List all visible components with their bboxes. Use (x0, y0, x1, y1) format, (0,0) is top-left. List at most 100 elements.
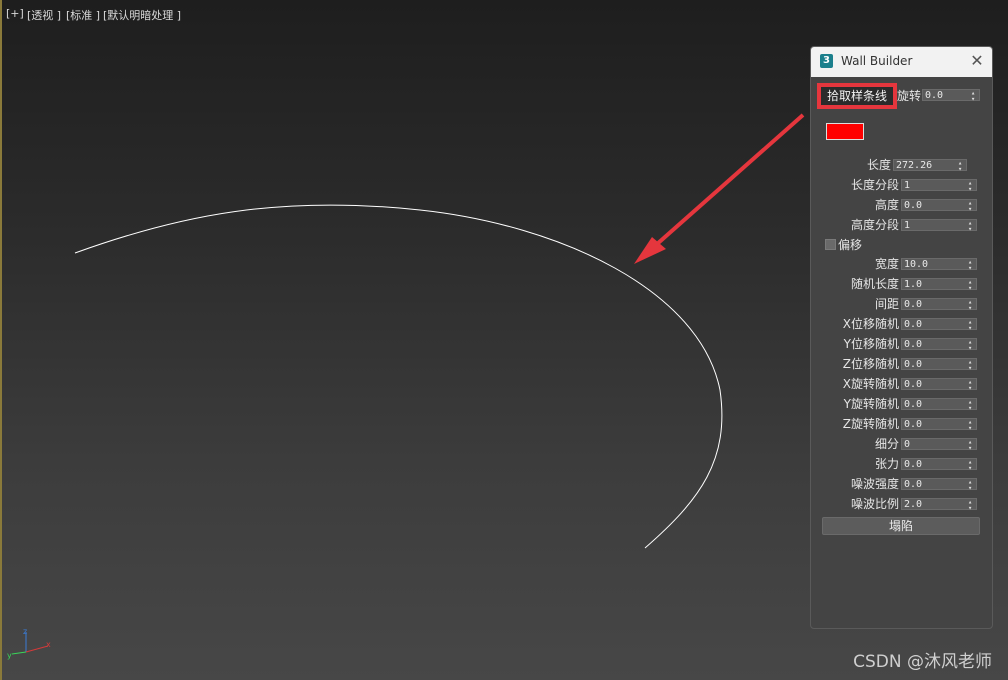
param-value: 0.0 (904, 379, 923, 390)
param-label: 宽度 (874, 257, 899, 271)
spinner-arrows-icon[interactable]: ▴ ▾ (958, 160, 964, 173)
spinner-arrows-icon[interactable]: ▴ ▾ (968, 319, 974, 332)
param-row: Z旋转随机 0.0 ▴ ▾ (811, 417, 992, 432)
panel-titlebar[interactable]: 3 Wall Builder ✕ (811, 47, 992, 77)
pick-spline-button[interactable]: 拾取样条线 (817, 83, 897, 109)
param-value: 0 (904, 439, 911, 450)
param-spinner[interactable]: 0.0 ▴ ▾ (901, 358, 977, 372)
param-spinner[interactable]: 2.0 ▴ ▾ (901, 498, 977, 512)
spinner-arrows-icon[interactable]: ▴ ▾ (968, 339, 974, 352)
panel-title: Wall Builder (841, 54, 913, 68)
param-label: 间距 (874, 297, 899, 311)
param-label: 高度 (874, 198, 899, 212)
param-spinner[interactable]: 0.0 ▴ ▾ (901, 338, 977, 352)
spinner-arrows-icon[interactable]: ▴ ▾ (968, 279, 974, 292)
param-label: X旋转随机 (842, 377, 899, 391)
param-spinner[interactable]: 0.0 ▴ ▾ (901, 458, 977, 472)
param-label: 长度分段 (850, 178, 899, 192)
param-spinner[interactable]: 0.0 ▴ ▾ (901, 378, 977, 392)
param-row: 长度分段 1 ▴ ▾ (811, 178, 992, 193)
param-spinner[interactable]: 0 ▴ ▾ (901, 438, 977, 452)
param-label: 长度 (866, 158, 891, 172)
spinner-arrows-icon[interactable]: ▴ ▾ (971, 90, 977, 103)
param-row: Y位移随机 0.0 ▴ ▾ (811, 337, 992, 352)
rotation-label: 旋转 (897, 89, 922, 103)
param-label: 细分 (874, 437, 899, 451)
param-spinner[interactable]: 0.0 ▴ ▾ (901, 298, 977, 312)
param-row: 长度 272.26 ▴ ▾ (811, 158, 992, 173)
param-spinner[interactable]: 10.0 ▴ ▾ (901, 258, 977, 272)
spinner-arrows-icon[interactable]: ▴ ▾ (968, 259, 974, 272)
param-row: X位移随机 0.0 ▴ ▾ (811, 317, 992, 332)
svg-text:x: x (46, 640, 51, 649)
param-spinner[interactable]: 0.0 ▴ ▾ (901, 478, 977, 492)
spinner-arrows-icon[interactable]: ▴ ▾ (968, 419, 974, 432)
param-label: 噪波强度 (850, 477, 899, 491)
param-spinner[interactable]: 1 ▴ ▾ (901, 179, 977, 193)
param-value: 10.0 (904, 259, 929, 270)
param-value: 0.0 (904, 200, 923, 211)
param-label: Z旋转随机 (842, 417, 899, 431)
param-row: 细分 0 ▴ ▾ (811, 437, 992, 452)
param-label: Y位移随机 (843, 337, 899, 351)
param-label: 高度分段 (850, 218, 899, 232)
param-value: 0.0 (904, 419, 923, 430)
param-row: Y旋转随机 0.0 ▴ ▾ (811, 397, 992, 412)
spinner-arrows-icon[interactable]: ▴ ▾ (968, 299, 974, 312)
spinner-arrows-icon[interactable]: ▴ ▾ (968, 220, 974, 233)
param-label: X位移随机 (842, 317, 899, 331)
svg-text:z: z (23, 627, 27, 636)
param-label: 噪波比例 (850, 497, 899, 511)
param-spinner[interactable]: 0.0 ▴ ▾ (901, 199, 977, 213)
spinner-arrows-icon[interactable]: ▴ ▾ (968, 459, 974, 472)
param-value: 0.0 (904, 459, 923, 470)
spinner-arrows-icon[interactable]: ▴ ▾ (968, 439, 974, 452)
param-value: 0.0 (904, 359, 923, 370)
param-value: 0.0 (904, 299, 923, 310)
param-row: 宽度 10.0 ▴ ▾ (811, 257, 992, 272)
watermark: CSDN @沐风老师 (853, 652, 992, 672)
param-value: 0.0 (904, 339, 923, 350)
close-icon[interactable]: ✕ (968, 52, 986, 70)
param-spinner[interactable]: 272.26 ▴ ▾ (893, 159, 967, 173)
param-label: Z位移随机 (842, 357, 899, 371)
param-spinner[interactable]: 0.0 ▴ ▾ (901, 398, 977, 412)
param-value: 1 (904, 180, 911, 191)
param-value: 2.0 (904, 499, 923, 510)
param-label: 张力 (874, 457, 899, 471)
param-label: 随机长度 (850, 277, 899, 291)
spinner-arrows-icon[interactable]: ▴ ▾ (968, 379, 974, 392)
param-row: 高度分段 1 ▴ ▾ (811, 218, 992, 233)
param-label: Y旋转随机 (843, 397, 899, 411)
spinner-arrows-icon[interactable]: ▴ ▾ (968, 200, 974, 213)
param-value: 0.0 (904, 319, 923, 330)
spline-curve (74, 204, 723, 549)
axis-gizmo-icon: z x y (7, 627, 51, 660)
param-row: 噪波比例 2.0 ▴ ▾ (811, 497, 992, 512)
param-value: 272.26 (896, 160, 933, 171)
param-row: 噪波强度 0.0 ▴ ▾ (811, 477, 992, 492)
param-value: 0.0 (904, 399, 923, 410)
param-spinner[interactable]: 1 ▴ ▾ (901, 219, 977, 233)
param-value: 1.0 (904, 279, 923, 290)
param-row: 高度 0.0 ▴ ▾ (811, 198, 992, 213)
wall-color-swatch[interactable] (826, 123, 864, 140)
spinner-arrows-icon[interactable]: ▴ ▾ (968, 499, 974, 512)
rotation-value: 0.0 (925, 90, 944, 101)
spinner-arrows-icon[interactable]: ▴ ▾ (968, 399, 974, 412)
offset-label: 偏移 (838, 238, 863, 252)
spinner-arrows-icon[interactable]: ▴ ▾ (968, 479, 974, 492)
param-spinner[interactable]: 1.0 ▴ ▾ (901, 278, 977, 292)
param-spinner[interactable]: 0.0 ▴ ▾ (901, 318, 977, 332)
param-row: 间距 0.0 ▴ ▾ (811, 297, 992, 312)
param-spinner[interactable]: 0.0 ▴ ▾ (901, 418, 977, 432)
app-3dsmax-icon: 3 (820, 54, 833, 68)
rotation-spinner[interactable]: 0.0 ▴ ▾ (922, 89, 980, 103)
spinner-arrows-icon[interactable]: ▴ ▾ (968, 359, 974, 372)
wall-builder-panel: 3 Wall Builder ✕ 拾取样条线 旋转 0.0 ▴ ▾ 长度 272.2… (810, 46, 993, 629)
collapse-button[interactable]: 塌陷 (822, 517, 980, 535)
param-row: Z位移随机 0.0 ▴ ▾ (811, 357, 992, 372)
annotation-arrow (634, 113, 805, 264)
spinner-arrows-icon[interactable]: ▴ ▾ (968, 180, 974, 193)
offset-checkbox[interactable] (825, 239, 836, 250)
